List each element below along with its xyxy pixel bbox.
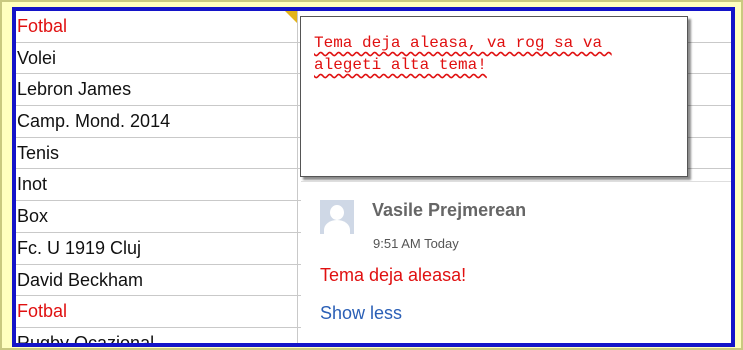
row-cell-label[interactable]: Tenis bbox=[16, 137, 298, 169]
row-cell-label[interactable]: Lebron James bbox=[16, 74, 298, 106]
comment-panel: Vasile Prejmerean 9:51 AM Today Tema dej… bbox=[301, 181, 731, 343]
spreadsheet-viewport: Fotbal Volei Lebron James Camp. Mond. 20… bbox=[12, 7, 735, 347]
screenshot-frame: Fotbal Volei Lebron James Camp. Mond. 20… bbox=[0, 0, 743, 350]
comment-indicator-icon[interactable] bbox=[285, 11, 297, 23]
show-less-link[interactable]: Show less bbox=[320, 303, 402, 324]
row-cell-label[interactable]: Fc. U 1919 Cluj bbox=[16, 232, 298, 264]
comment-author: Vasile Prejmerean bbox=[372, 200, 527, 220]
avatar-head bbox=[330, 205, 344, 220]
avatar-body bbox=[324, 220, 350, 234]
cell-note-popup: Tema deja aleasa, va rog sa va alegeti a… bbox=[300, 16, 688, 177]
comment-text: Tema deja aleasa! bbox=[320, 265, 467, 285]
person-avatar-icon bbox=[320, 200, 354, 234]
comment-timestamp: 9:51 AM Today bbox=[373, 236, 459, 251]
row-cell-label[interactable]: Volei bbox=[16, 42, 298, 74]
row-cell-label[interactable]: Box bbox=[16, 201, 298, 233]
note-text: Tema deja aleasa, va rog sa va alegeti a… bbox=[314, 34, 612, 74]
row-cell-label[interactable]: David Beckham bbox=[16, 264, 298, 296]
row-cell-label[interactable]: Fotbal bbox=[16, 296, 298, 328]
row-cell-label[interactable]: Inot bbox=[16, 169, 298, 201]
row-cell-label[interactable]: Camp. Mond. 2014 bbox=[16, 106, 298, 138]
row-cell-label[interactable]: Rugby Ocazional bbox=[16, 327, 298, 343]
row-cell-label[interactable]: Fotbal bbox=[16, 11, 298, 42]
